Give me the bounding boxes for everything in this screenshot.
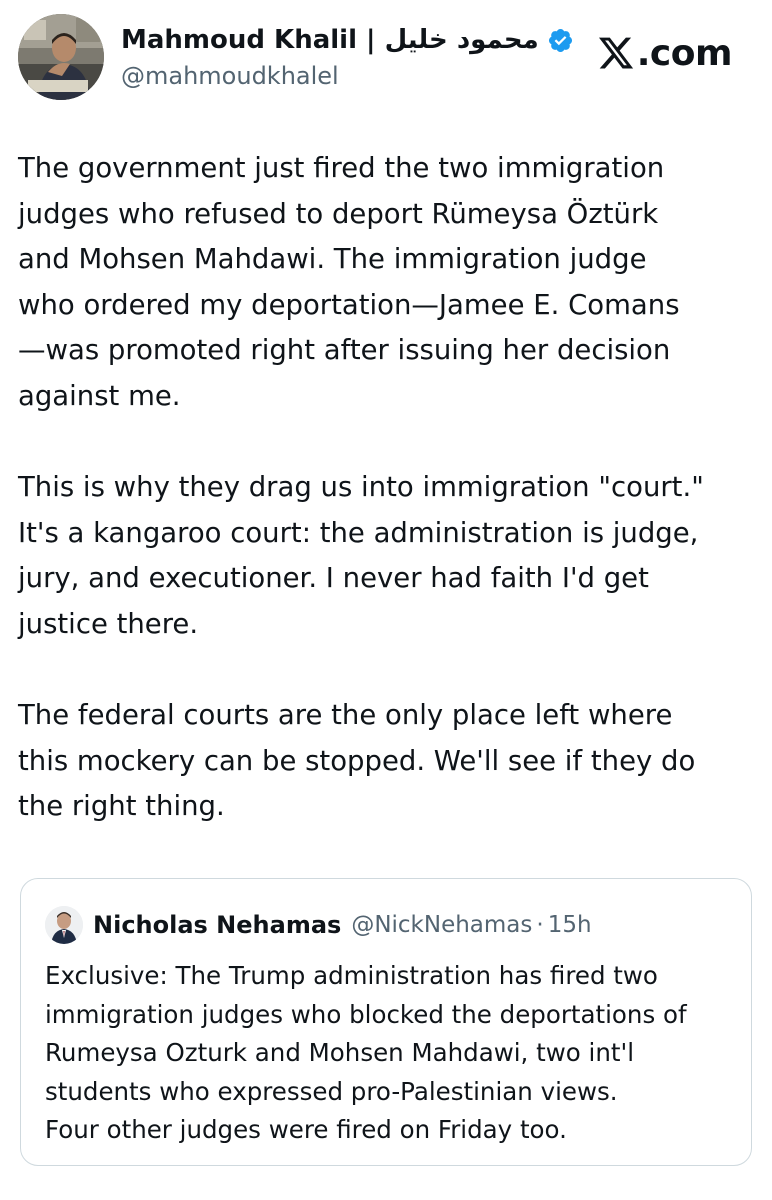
quoted-tweet-timestamp[interactable]: 15h bbox=[548, 912, 592, 938]
tweet-text: The government just fired the two immigr… bbox=[18, 146, 758, 830]
brand-watermark: .com bbox=[597, 32, 733, 74]
quoted-tweet-card[interactable]: Nicholas Nehamas @NickNehamas · 15h Excl… bbox=[20, 878, 752, 1166]
x-logo-icon bbox=[597, 34, 635, 72]
verified-badge-icon bbox=[547, 27, 574, 54]
quoted-tweet-meta: @NickNehamas · 15h bbox=[351, 912, 591, 938]
quoted-tweet-header: Nicholas Nehamas @NickNehamas · 15h bbox=[45, 905, 592, 945]
author-name-row: Mahmoud Khalil | محمود خليل bbox=[121, 22, 574, 58]
tweet-paragraph-2: This is why they drag us into immigratio… bbox=[18, 471, 704, 640]
author-display-name[interactable]: Mahmoud Khalil | محمود خليل bbox=[121, 25, 539, 55]
quoted-author-name[interactable]: Nicholas Nehamas bbox=[93, 911, 341, 939]
quoted-author-avatar[interactable] bbox=[45, 906, 83, 944]
quoted-author-handle[interactable]: @NickNehamas bbox=[351, 912, 532, 938]
brand-domain: .com bbox=[636, 32, 733, 74]
author-avatar[interactable] bbox=[18, 14, 104, 100]
author-handle[interactable]: @mahmoudkhalel bbox=[121, 62, 339, 90]
tweet-paragraph-3: The federal courts are the only place le… bbox=[18, 699, 696, 823]
tweet-paragraph-1: The government just fired the two immigr… bbox=[18, 152, 680, 412]
quoted-tweet-text: Exclusive: The Trump administration has … bbox=[45, 961, 687, 1144]
tweet-header: Mahmoud Khalil | محمود خليل @mahmoudkhal… bbox=[18, 14, 754, 100]
meta-separator: · bbox=[536, 912, 544, 938]
